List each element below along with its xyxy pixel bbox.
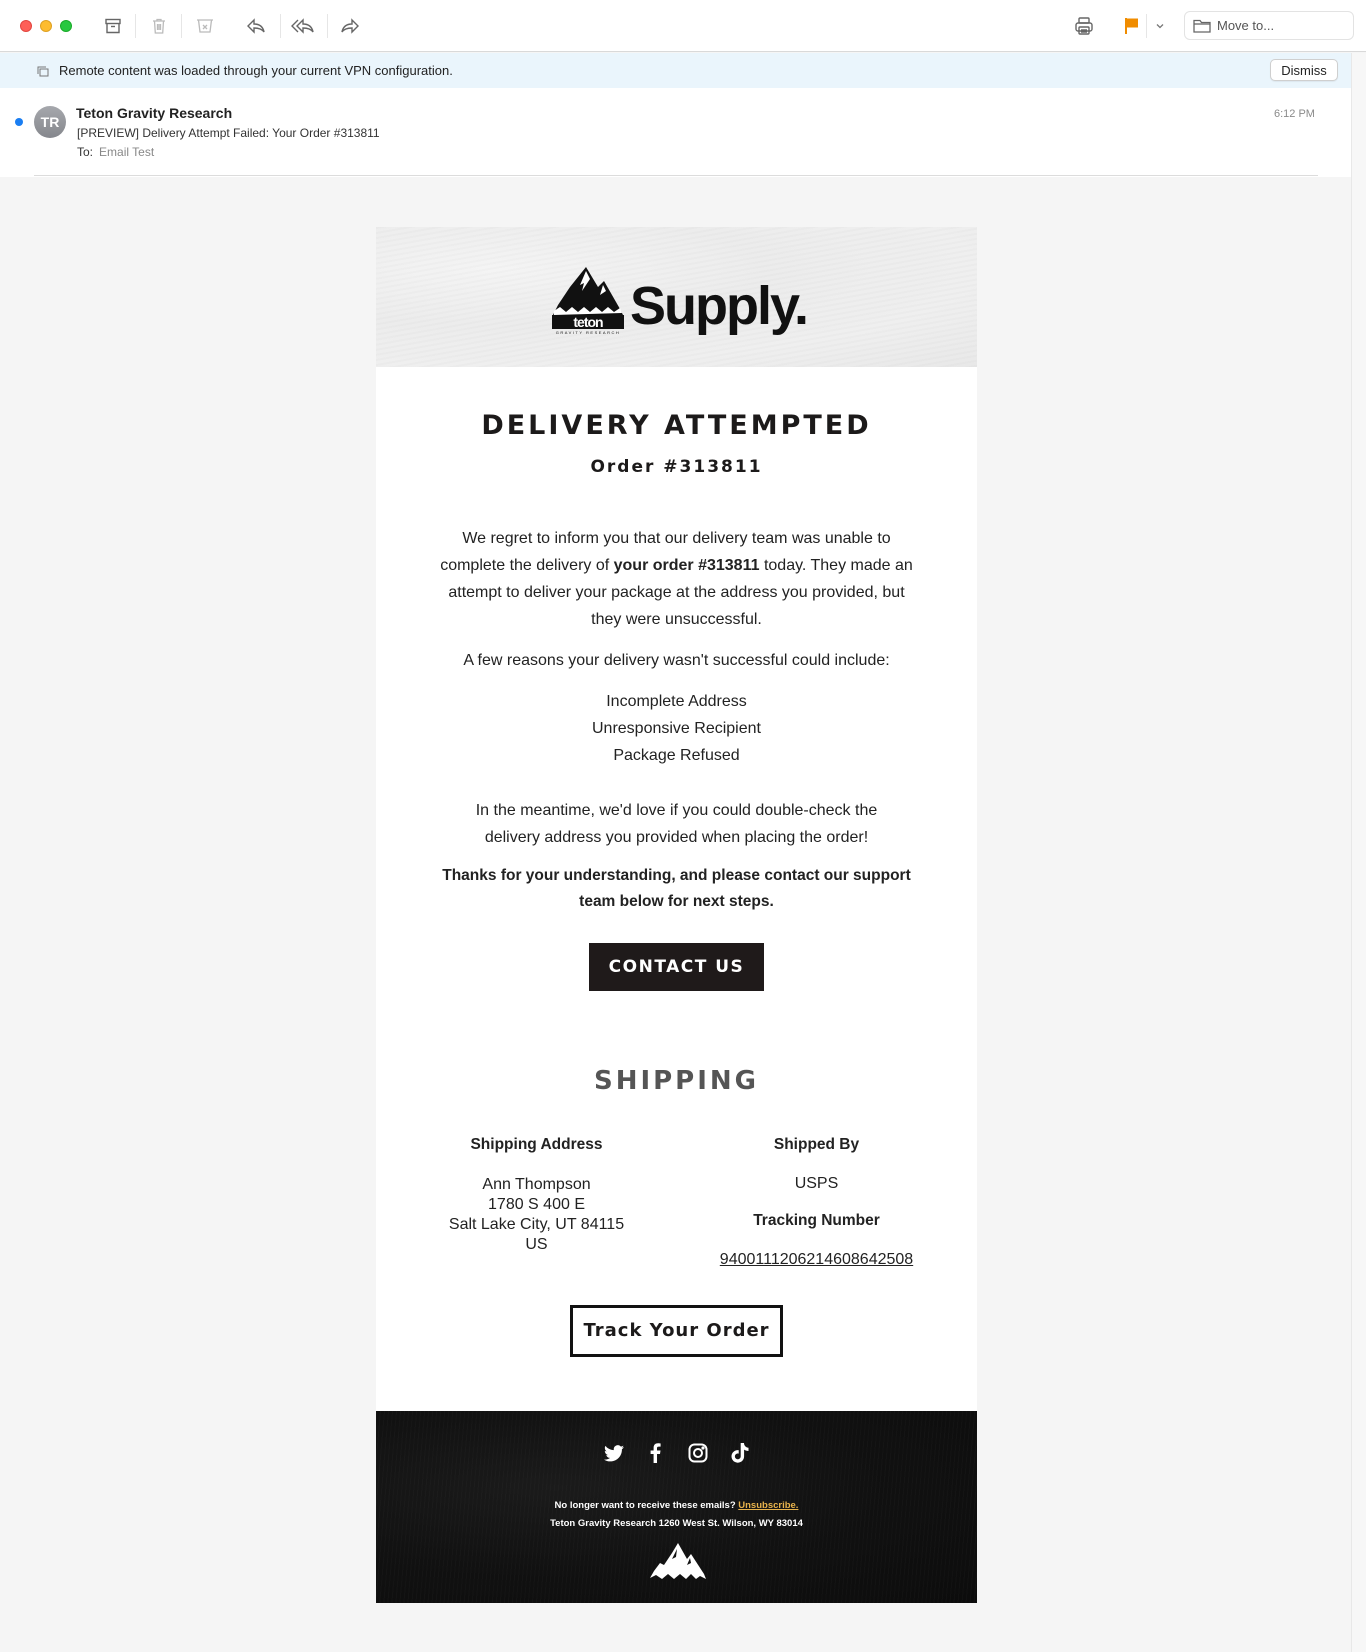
svg-text:GRAVITY RESEARCH: GRAVITY RESEARCH: [556, 330, 621, 335]
shipping-address: Ann Thompson 1780 S 400 E Salt Lake City…: [427, 1175, 647, 1255]
toolbar-separator: [1146, 14, 1147, 38]
shipped-by-column: Shipped By USPS Tracking Number 94001112…: [707, 1136, 927, 1269]
flag-menu-button[interactable]: [1150, 13, 1170, 39]
intro-paragraph: We regret to inform you that our deliver…: [432, 525, 922, 633]
track-order-button[interactable]: Track Your Order: [570, 1305, 783, 1357]
shipping-address-label: Shipping Address: [470, 1136, 603, 1153]
logo-wordmark: Supply.: [630, 276, 809, 336]
unsubscribe-line: No longer want to receive these emails? …: [376, 1500, 977, 1511]
reply-button[interactable]: [243, 13, 269, 39]
reason-item: Unresponsive Recipient: [592, 720, 761, 737]
support-paragraph: Thanks for your understanding, and pleas…: [442, 867, 911, 910]
email-title: DELIVERY ATTEMPTED: [481, 410, 872, 441]
move-to-dropdown[interactable]: Move to...: [1184, 11, 1354, 40]
reason-item: Package Refused: [613, 747, 740, 764]
to-label: To:: [77, 145, 94, 159]
reason-item: Incomplete Address: [606, 693, 747, 710]
trash-button[interactable]: [146, 13, 172, 39]
flag-icon: [1125, 18, 1138, 34]
tracking-number-label: Tracking Number: [753, 1212, 880, 1229]
email-hero: teton GRAVITY RESEARCH Supply.: [376, 227, 977, 367]
unsubscribe-prompt: No longer want to receive these emails?: [554, 1500, 739, 1511]
reply-icon: [247, 18, 265, 34]
facebook-link[interactable]: [645, 1442, 667, 1464]
shipping-address-column: Shipping Address Ann Thompson 1780 S 400…: [427, 1136, 647, 1269]
facebook-icon: [650, 1443, 661, 1463]
recipient-name[interactable]: Email Test: [99, 145, 154, 159]
tracking-number-link[interactable]: 9400111206214608642508: [720, 1251, 913, 1269]
junk-button[interactable]: [192, 13, 218, 39]
instagram-link[interactable]: [687, 1442, 709, 1464]
trash-icon: [153, 18, 165, 34]
svg-text:teton: teton: [573, 314, 603, 330]
teton-mountain-logo-icon: teton GRAVITY RESEARCH: [552, 267, 624, 335]
twitter-link[interactable]: [603, 1442, 625, 1464]
forward-button[interactable]: [337, 13, 363, 39]
chevron-down-icon: [1156, 24, 1164, 29]
email-footer: No longer want to receive these emails? …: [376, 1411, 977, 1603]
print-icon: [1075, 17, 1093, 35]
dismiss-button[interactable]: Dismiss: [1270, 59, 1338, 81]
social-links: [376, 1442, 977, 1464]
tiktok-link[interactable]: [729, 1442, 751, 1464]
flag-button[interactable]: [1119, 13, 1145, 39]
toolbar: Move to...: [0, 0, 1366, 52]
address-line: 1780 S 400 E: [488, 1196, 585, 1213]
avatar: TR: [34, 106, 66, 138]
unsubscribe-link[interactable]: Unsubscribe.: [738, 1500, 798, 1511]
junk-icon: [197, 19, 213, 33]
company-address: Teton Gravity Research 1260 West St. Wil…: [550, 1518, 803, 1529]
address-line: Salt Lake City, UT 84115: [448, 1216, 625, 1233]
message-subject: [PREVIEW] Delivery Attempt Failed: Your …: [77, 126, 380, 140]
toolbar-separator: [181, 14, 182, 38]
forward-icon: [341, 18, 359, 34]
carrier-name: USPS: [794, 1175, 839, 1192]
message-time: 6:12 PM: [1274, 108, 1315, 120]
move-to-label: Move to...: [1217, 18, 1275, 33]
reasons-list: Incomplete Address Unresponsive Recipien…: [376, 688, 977, 769]
mail-window: Move to... Remote content was loaded thr…: [0, 0, 1366, 1652]
recipient-line: To: Email Test: [77, 145, 154, 159]
contact-us-button[interactable]: CONTACT US: [589, 943, 764, 991]
tiktok-icon: [731, 1443, 748, 1463]
banner-text: Remote content was loaded through your c…: [59, 63, 453, 78]
intro-order-emphasis: your order #313811: [613, 557, 760, 574]
order-number: Order #313811: [590, 457, 763, 477]
reasons-intro: A few reasons your delivery wasn't succe…: [463, 652, 890, 669]
remote-content-icon: [37, 66, 49, 77]
unread-indicator: [15, 118, 23, 126]
shipping-title: SHIPPING: [593, 1066, 760, 1096]
email-body: teton GRAVITY RESEARCH Supply. DELIVERY …: [376, 227, 977, 1603]
toolbar-separator: [327, 14, 328, 38]
scrollbar[interactable]: [1351, 53, 1366, 1652]
archive-icon: [105, 18, 121, 34]
mountain-logo-icon: [650, 1543, 706, 1579]
sender-name[interactable]: Teton Gravity Research: [76, 105, 232, 121]
shipped-by-label: Shipped By: [773, 1136, 860, 1153]
archive-button[interactable]: [100, 13, 126, 39]
reply-all-button[interactable]: [290, 13, 316, 39]
minimize-window-button[interactable]: [40, 20, 52, 32]
message-header: TR Teton Gravity Research [PREVIEW] Deli…: [0, 88, 1351, 177]
remote-content-banner: Remote content was loaded through your c…: [0, 53, 1351, 88]
print-button[interactable]: [1071, 13, 1097, 39]
zoom-window-button[interactable]: [60, 20, 72, 32]
header-divider: [34, 175, 1318, 176]
address-line: US: [525, 1236, 548, 1253]
brand-logo[interactable]: teton GRAVITY RESEARCH Supply.: [550, 265, 809, 336]
toolbar-separator: [280, 14, 281, 38]
twitter-icon: [603, 1444, 624, 1461]
double-check-paragraph: In the meantime, we'd love if you could …: [475, 802, 878, 846]
folder-icon: [1193, 19, 1211, 33]
address-line: Ann Thompson: [482, 1176, 591, 1193]
shipping-details: Shipping Address Ann Thompson 1780 S 400…: [427, 1136, 927, 1269]
instagram-icon: [688, 1443, 707, 1463]
email-content: DELIVERY ATTEMPTED Order #313811 We regr…: [376, 367, 977, 1411]
close-window-button[interactable]: [20, 20, 32, 32]
reply-all-icon: [291, 18, 314, 34]
toolbar-separator: [135, 14, 136, 38]
